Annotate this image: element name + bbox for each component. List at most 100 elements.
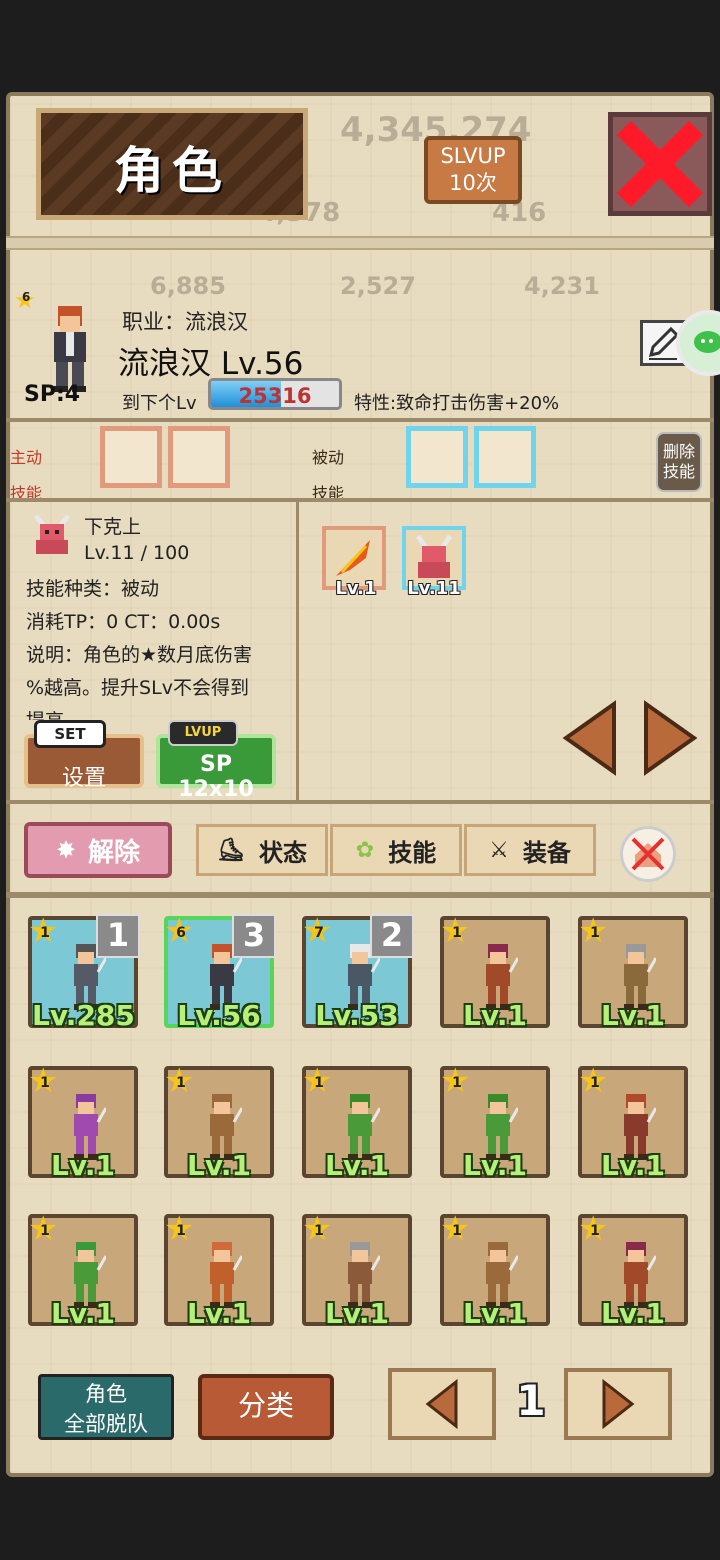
- character-card[interactable]: ★ 1 Lv.1: [440, 1212, 550, 1330]
- star-icon: ★ 1: [578, 1064, 612, 1098]
- active-skill-label: 主动: [10, 448, 43, 467]
- character-card[interactable]: ★ 1 1 Lv.285: [28, 914, 140, 1032]
- character-level: Lv.1: [187, 1297, 251, 1330]
- star-icon: ★ 1: [302, 1212, 336, 1246]
- remove-skill-label: 技能: [662, 462, 695, 481]
- release-button[interactable]: ✸ 解除: [24, 822, 172, 878]
- character-level: Lv.1: [601, 999, 665, 1032]
- star-icon: ★ 1: [28, 1064, 62, 1098]
- prev-page-button[interactable]: [388, 1368, 496, 1440]
- divider: [6, 892, 714, 898]
- star-count: 6: [22, 290, 31, 304]
- skill-description: 说明：角色的★数月底伤害: [26, 644, 253, 666]
- skill-description: %越高。提升SLv不会得到: [26, 677, 249, 699]
- prev-skill-page-button[interactable]: [560, 700, 620, 776]
- page-number: 1: [516, 1376, 546, 1425]
- divider: [6, 498, 714, 502]
- page-title: 角色: [114, 142, 230, 200]
- character-card[interactable]: ★ 1 Lv.1: [302, 1212, 412, 1330]
- star-icon: ★ 1: [578, 1212, 612, 1246]
- active-skill-slot-1[interactable]: [100, 426, 162, 488]
- star-count: 6: [176, 925, 186, 941]
- tab-status-label: 状态: [258, 838, 307, 867]
- house-filter-button[interactable]: [620, 826, 676, 882]
- character-card[interactable]: ★ 7 2 Lv.53: [302, 914, 414, 1032]
- sort-button[interactable]: 分类: [198, 1374, 334, 1440]
- character-level: Lv.1: [463, 999, 527, 1032]
- tab-skill[interactable]: ✿ 技能: [330, 824, 462, 876]
- star-icon: ★ 1: [164, 1212, 198, 1246]
- tab-equip[interactable]: ⚔ 装备: [464, 824, 596, 876]
- character-card[interactable]: ★ 1 Lv.1: [302, 1064, 412, 1182]
- character-level: Lv.53: [315, 999, 399, 1032]
- character-card[interactable]: ★ 1 Lv.1: [578, 1064, 688, 1182]
- character-card[interactable]: ★ 6 3 Lv.56: [164, 914, 276, 1032]
- character-level: Lv.1: [325, 1149, 389, 1182]
- character-card[interactable]: ★ 1 Lv.1: [28, 1064, 138, 1182]
- character-card[interactable]: ★ 1 Lv.1: [440, 914, 550, 1032]
- character-level: Lv.56: [177, 999, 261, 1032]
- floating-chat-button[interactable]: [676, 310, 720, 376]
- bg-number: 4,231: [524, 272, 600, 300]
- sparkle-icon: ✸: [55, 836, 77, 864]
- title-banner: 角色: [36, 108, 308, 220]
- character-card[interactable]: ★ 1 Lv.1: [440, 1064, 550, 1182]
- lvup-skill-label: SP 12x10: [178, 752, 254, 802]
- star-icon: ★ 1: [28, 1212, 62, 1246]
- star-count: 1: [40, 1223, 50, 1239]
- skill-name: 下克上: [84, 516, 142, 538]
- boot-icon: ⛸: [217, 837, 245, 863]
- slvup-count: 10次: [449, 171, 497, 195]
- star-count: 1: [314, 1223, 324, 1239]
- demon-icon: [34, 514, 70, 554]
- character-level: Lv.1: [51, 1297, 115, 1330]
- character-card[interactable]: ★ 1 Lv.1: [578, 1212, 688, 1330]
- sp-value: SP:4: [24, 382, 81, 407]
- character-portrait: [54, 306, 86, 392]
- active-skill-slot-2[interactable]: [168, 426, 230, 488]
- team-clear-button[interactable]: 角色 全部脱队: [38, 1374, 174, 1440]
- character-card[interactable]: ★ 1 Lv.1: [164, 1064, 274, 1182]
- close-icon: [616, 120, 704, 208]
- star-count: 1: [314, 1075, 324, 1091]
- trait-label: 特性:致命打击伤害+20%: [354, 393, 560, 414]
- bg-number: 2,527: [340, 272, 416, 300]
- character-card[interactable]: ★ 1 Lv.1: [28, 1212, 138, 1330]
- right-arrow-icon: [602, 1378, 635, 1430]
- passive-skill-slot-1[interactable]: [406, 426, 468, 488]
- sword-icon: ⚔: [489, 837, 509, 863]
- divider: [6, 418, 714, 422]
- owned-skill-level: Lv.11: [407, 578, 461, 599]
- star-count: 1: [590, 1075, 600, 1091]
- divider: [6, 800, 714, 804]
- job-label: 职业：流浪汉: [122, 310, 248, 334]
- remove-skill-button[interactable]: 删除 技能: [656, 432, 702, 492]
- close-button[interactable]: [608, 112, 712, 216]
- passive-skill-slot-2[interactable]: [474, 426, 536, 488]
- next-page-button[interactable]: [564, 1368, 672, 1440]
- character-card[interactable]: ★ 1 Lv.1: [164, 1212, 274, 1330]
- skill-description: 提高: [26, 706, 64, 720]
- character-card[interactable]: ★ 1 Lv.1: [578, 914, 688, 1032]
- clover-icon: ✿: [355, 837, 375, 863]
- lvup-tag: LVUP: [168, 720, 238, 746]
- character-level: Lv.1: [51, 1149, 115, 1182]
- character-level: Lv.285: [32, 999, 135, 1032]
- owned-skill-level: Lv.1: [335, 578, 377, 599]
- divider: [6, 236, 714, 250]
- star-icon: ★ 1: [440, 1064, 474, 1098]
- star-icon: ★ 1: [164, 1064, 198, 1098]
- left-arrow-icon: [425, 1378, 458, 1430]
- star-count: 1: [176, 1223, 186, 1239]
- team-clear-label: 全部脱队: [64, 1412, 148, 1436]
- character-level: Lv.1: [463, 1297, 527, 1330]
- star-icon: ★ 1: [302, 1064, 336, 1098]
- next-skill-page-button[interactable]: [640, 700, 700, 776]
- tab-skill-label: 技能: [388, 838, 437, 867]
- slvup-button[interactable]: SLVUP 10次: [424, 136, 522, 204]
- character-level: Lv.1: [463, 1149, 527, 1182]
- house-off-icon: [631, 837, 665, 871]
- tab-status[interactable]: ⛸ 状态: [196, 824, 328, 876]
- character-level: Lv.1: [187, 1149, 251, 1182]
- party-slot-number: 3: [232, 914, 276, 958]
